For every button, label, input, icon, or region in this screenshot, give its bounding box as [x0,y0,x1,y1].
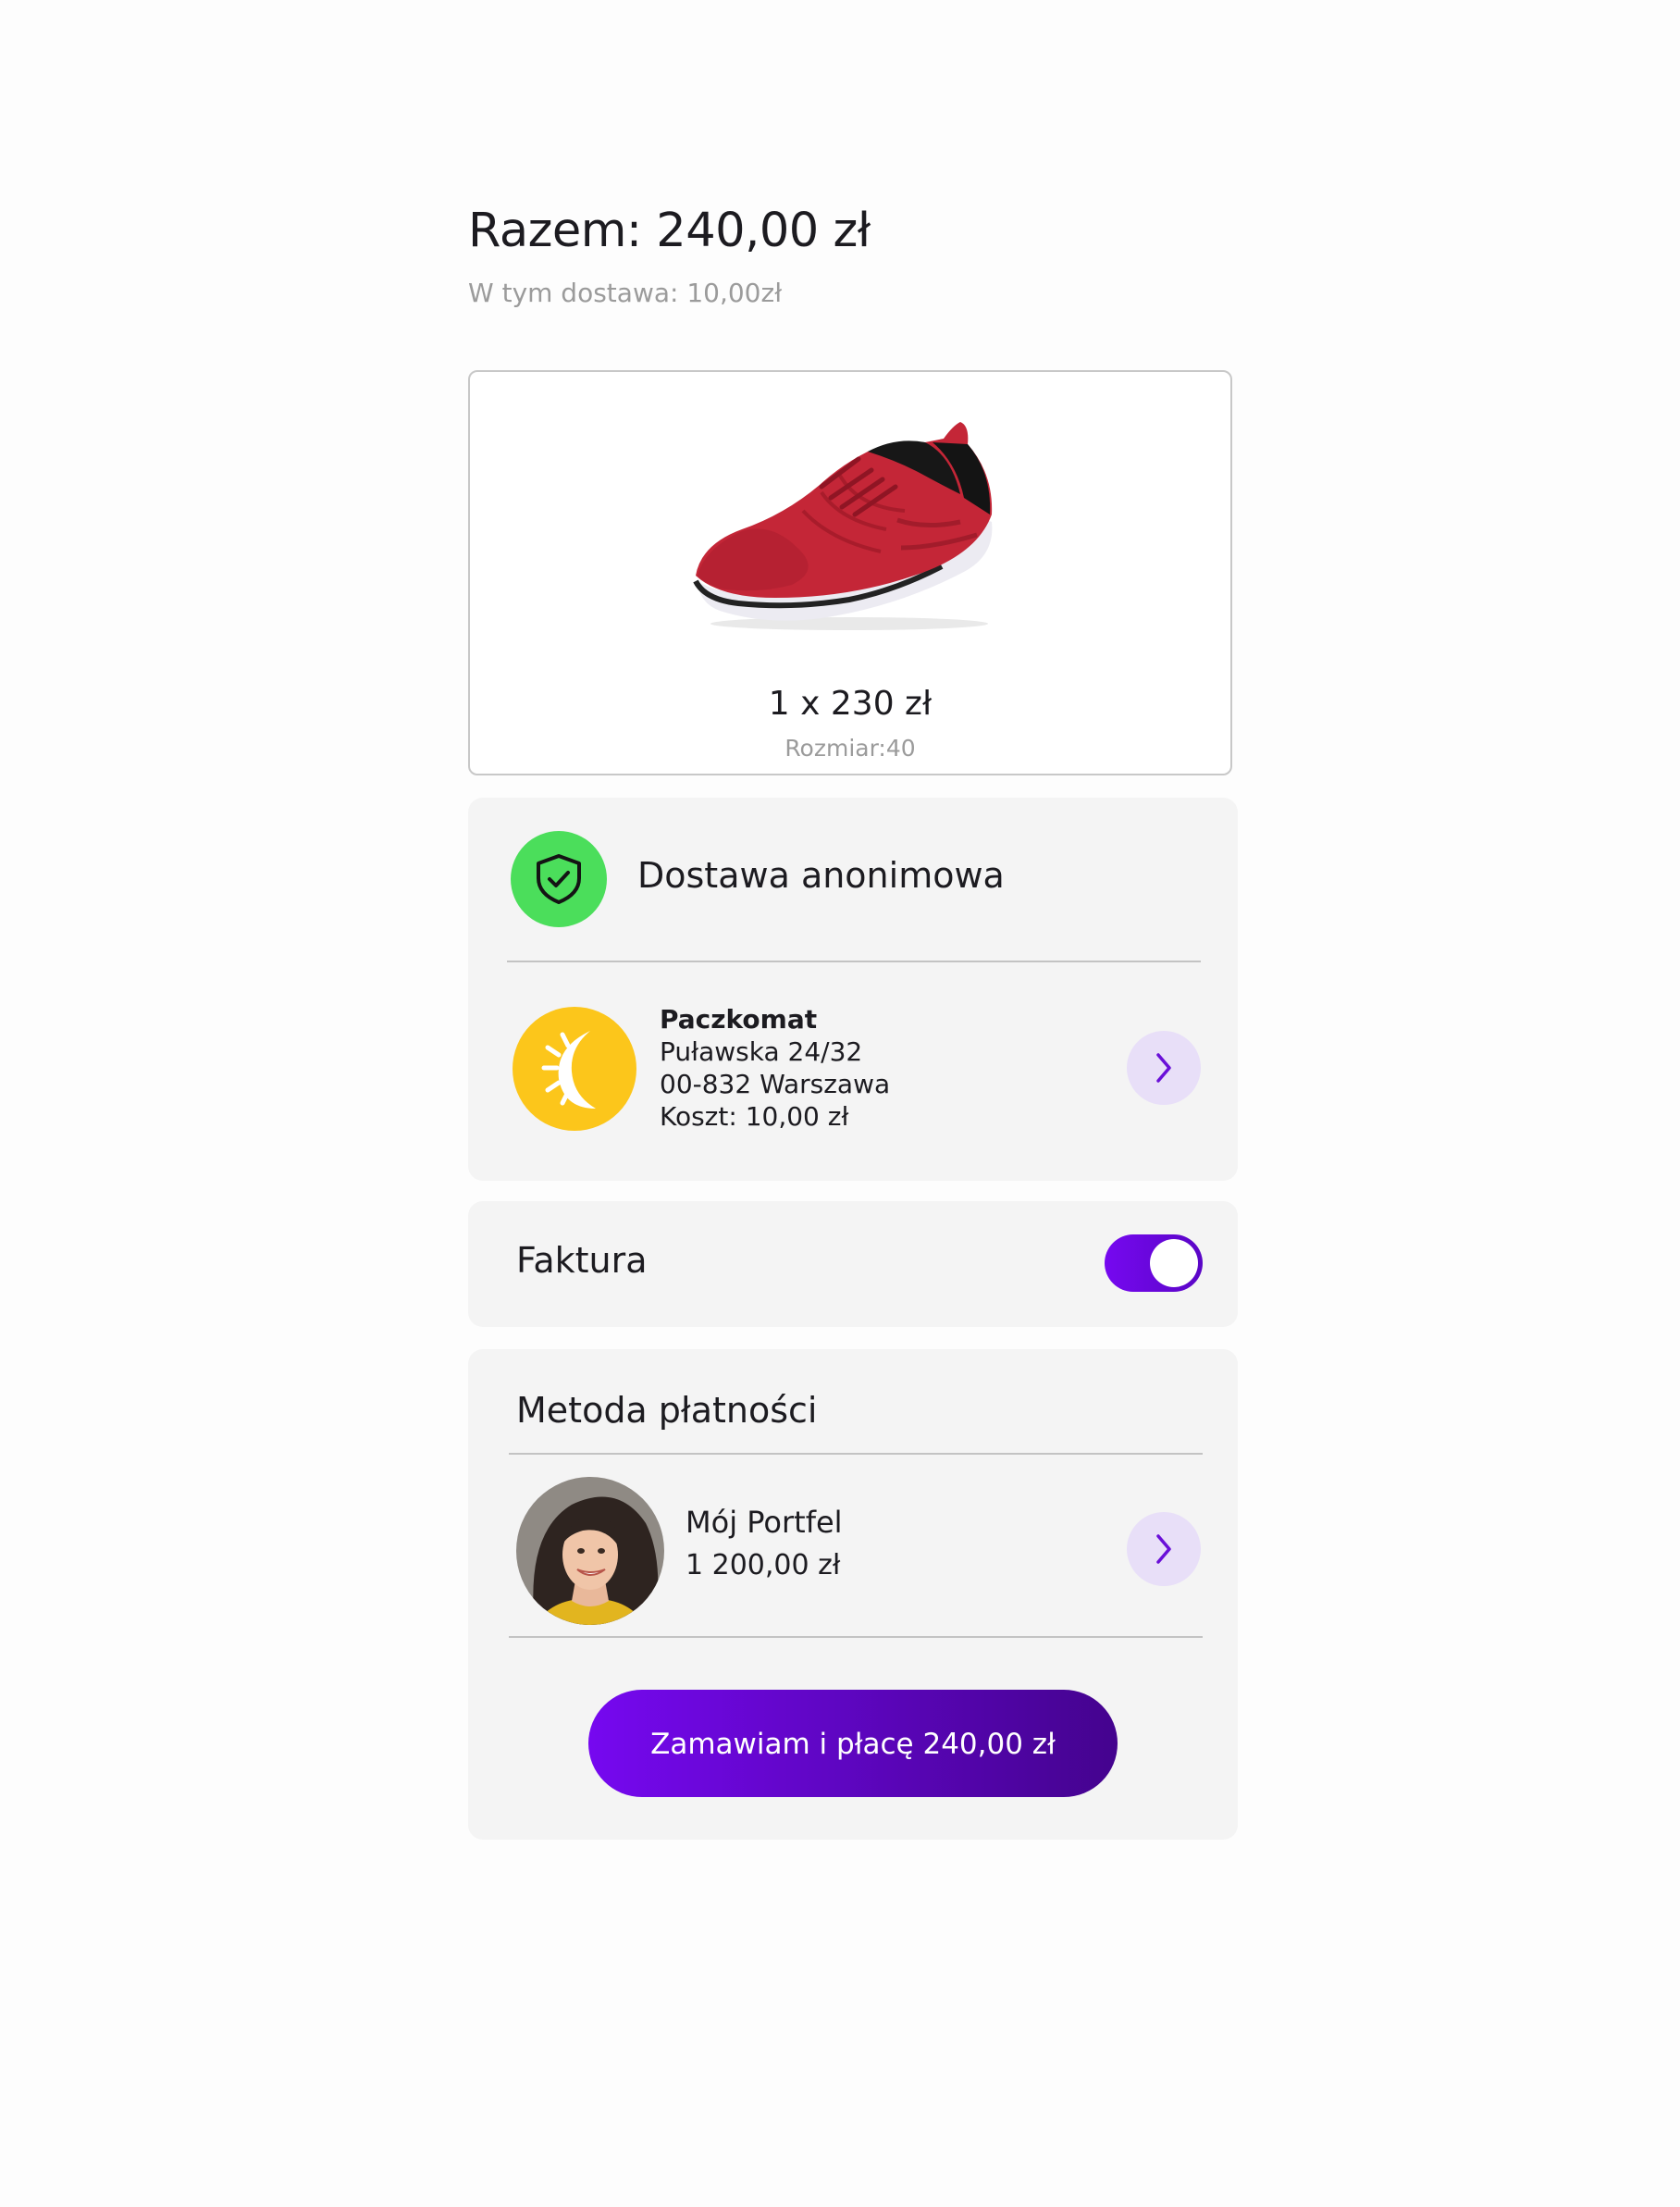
product-quantity-price: 1 x 230 zł [768,685,933,723]
payment-method-title: Metoda płatności [516,1390,818,1431]
product-size: Rozmiar:40 [784,735,916,762]
red-sneaker-image [693,422,993,630]
parcel-locker-address: Paczkomat Puławska 24/32 00-832 Warszawa… [660,1003,890,1133]
parcel-locker-city: 00-832 Warszawa [660,1069,891,1099]
sun-logo-icon [513,1007,636,1131]
invoice-panel: Faktura [468,1201,1238,1327]
order-total: Razem: 240,00 zł [468,204,871,258]
wallet-name: Mój Portfel [686,1505,843,1540]
change-payment-method-button[interactable] [1127,1512,1201,1586]
wallet-balance: 1 200,00 zł [686,1549,841,1581]
invoice-toggle[interactable] [1105,1234,1203,1292]
product-card: 1 x 230 zł Rozmiar:40 [468,370,1232,775]
divider [507,961,1201,962]
toggle-knob [1150,1239,1198,1287]
parcel-locker-street: Puławska 24/32 [660,1036,863,1067]
payment-panel: Metoda płatności Mój Portfel 1 200,00 zł… [468,1349,1238,1840]
anonymous-delivery-label: Dostawa anonimowa [637,855,1005,896]
divider [509,1636,1203,1638]
shield-check-icon [511,831,607,927]
chevron-right-icon [1156,1053,1171,1083]
invoice-label: Faktura [516,1240,648,1281]
order-and-pay-button[interactable]: Zamawiam i płacę 240,00 zł [588,1690,1118,1797]
delivery-panel: Dostawa anonimowa Paczkomat Puławska 24/… [468,798,1238,1181]
avatar [516,1477,664,1625]
parcel-locker-name: Paczkomat [660,1004,818,1035]
divider [509,1453,1203,1455]
parcel-locker-cost: Koszt: 10,00 zł [660,1101,849,1132]
delivery-included-note: W tym dostawa: 10,00zł [468,278,783,308]
chevron-right-icon [1156,1534,1171,1564]
change-locker-button[interactable] [1127,1031,1201,1105]
